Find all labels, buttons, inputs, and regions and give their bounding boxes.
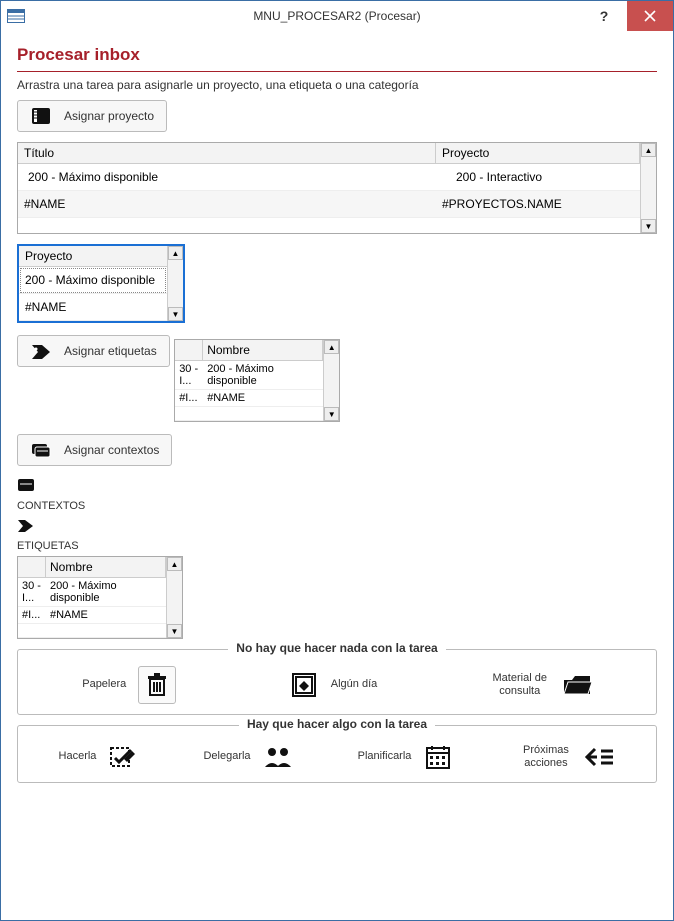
table-row-empty[interactable] <box>175 407 323 421</box>
reference-action[interactable]: Material de consulta <box>490 670 592 700</box>
table-row[interactable]: 30 - I... 200 - Máximo disponible <box>18 578 166 607</box>
tasks-scrollbar[interactable]: ▲ ▼ <box>640 143 656 233</box>
window-titlebar: MNU_PROCESAR2 (Procesar) ? <box>1 1 673 31</box>
scroll-up-button[interactable]: ▲ <box>167 557 182 571</box>
scroll-up-button[interactable]: ▲ <box>641 143 656 157</box>
context-card-icon <box>17 478 35 492</box>
something-legend: Hay que hacer algo con la tarea <box>239 717 435 731</box>
label-row-c2: 200 - Máximo disponible <box>203 361 323 389</box>
tag-icon <box>30 342 52 360</box>
app-icon <box>7 9 25 23</box>
list-item[interactable]: #NAME <box>19 294 167 321</box>
labels-col-name[interactable]: Nombre <box>203 340 323 360</box>
labels2-scrollbar[interactable]: ▲ ▼ <box>166 557 182 638</box>
labels2-col-blank[interactable] <box>18 557 46 577</box>
calendar-icon <box>425 744 451 770</box>
projects-scrollbar[interactable]: ▲ ▼ <box>167 246 183 321</box>
table-row-empty[interactable] <box>18 624 166 638</box>
task-title-cell: #NAME <box>18 191 436 217</box>
nothing-legend: No hay que hacer nada con la tarea <box>228 641 445 655</box>
label-row-c1: 30 - I... <box>175 361 203 389</box>
schedule-label: Planificarla <box>358 750 412 763</box>
labels2-col-name[interactable]: Nombre <box>46 557 166 577</box>
task-title-cell: 200 - Máximo disponible <box>18 164 436 190</box>
task-project-cell: #PROYECTOS.NAME <box>436 191 640 217</box>
next-actions-label: Próximas acciones <box>518 744 573 770</box>
do-it-icon <box>109 744 137 770</box>
scroll-down-button[interactable]: ▼ <box>641 219 656 233</box>
label-row-c2: 200 - Máximo disponible <box>46 578 166 606</box>
scroll-down-button[interactable]: ▼ <box>168 307 183 321</box>
next-actions-icon <box>585 747 615 767</box>
projects-list[interactable]: Proyecto 200 - Máximo disponible #NAME ▲… <box>17 244 185 323</box>
contexts-section-label: CONTEXTOS <box>17 500 657 512</box>
task-project-cell: 200 - Interactivo <box>436 164 640 190</box>
someday-action[interactable]: Algún día <box>289 670 377 700</box>
trash-label: Papelera <box>82 678 126 691</box>
folder-icon <box>562 674 592 696</box>
table-row[interactable]: #NAME #PROYECTOS.NAME <box>18 191 640 218</box>
assign-contexts-button[interactable]: Asignar contextos <box>17 434 172 466</box>
scroll-down-button[interactable]: ▼ <box>324 407 339 421</box>
labels-scrollbar[interactable]: ▲ ▼ <box>323 340 339 421</box>
labels-section-label: ETIQUETAS <box>17 540 657 552</box>
projects-list-header[interactable]: Proyecto <box>19 246 167 267</box>
delegate-label: Delegarla <box>203 750 250 763</box>
next-actions-action[interactable]: Próximas acciones <box>518 742 615 772</box>
label-tag-icon <box>17 518 35 532</box>
do-it-label: Hacerla <box>59 750 97 763</box>
list-item[interactable]: 200 - Máximo disponible <box>19 267 167 294</box>
labels-col-blank[interactable] <box>175 340 203 360</box>
labels-grid-2[interactable]: Nombre 30 - I... 200 - Máximo disponible… <box>17 556 183 639</box>
notebook-icon <box>30 107 52 125</box>
something-to-do-group: Hay que hacer algo con la tarea Hacerla … <box>17 725 657 783</box>
scroll-up-button[interactable]: ▲ <box>324 340 339 354</box>
table-row[interactable]: 200 - Máximo disponible 200 - Interactiv… <box>18 164 640 191</box>
delegate-action[interactable]: Delegarla <box>203 742 292 772</box>
label-row-c2: #NAME <box>46 607 166 623</box>
trash-action[interactable]: Papelera <box>82 666 176 704</box>
trash-icon <box>146 673 168 697</box>
do-it-action[interactable]: Hacerla <box>59 742 139 772</box>
col-project-header[interactable]: Proyecto <box>436 143 640 163</box>
tasks-grid[interactable]: Título Proyecto 200 - Máximo disponible … <box>17 142 657 234</box>
reference-label: Material de consulta <box>490 672 550 698</box>
table-row[interactable]: 30 - I... 200 - Máximo disponible <box>175 361 323 390</box>
assign-contexts-label: Asignar contextos <box>64 443 159 457</box>
col-title-header[interactable]: Título <box>18 143 436 163</box>
archive-icon <box>291 672 317 698</box>
assign-project-label: Asignar proyecto <box>64 109 154 123</box>
assign-project-button[interactable]: Asignar proyecto <box>17 100 167 132</box>
labels-grid[interactable]: Nombre 30 - I... 200 - Máximo disponible… <box>174 339 340 422</box>
someday-label: Algún día <box>331 678 377 691</box>
delegate-icon <box>263 745 293 769</box>
instruction-text: Arrastra una tarea para asignarle un pro… <box>17 78 657 92</box>
assign-labels-label: Asignar etiquetas <box>64 344 157 358</box>
page-title: Procesar inbox <box>17 45 657 72</box>
close-button[interactable] <box>627 1 673 31</box>
label-row-c1: #I... <box>175 390 203 406</box>
schedule-action[interactable]: Planificarla <box>358 742 454 772</box>
label-row-c2: #NAME <box>203 390 323 406</box>
help-button[interactable]: ? <box>581 1 627 31</box>
assign-labels-button[interactable]: Asignar etiquetas <box>17 335 170 367</box>
nothing-to-do-group: No hay que hacer nada con la tarea Papel… <box>17 649 657 715</box>
close-icon <box>644 10 656 22</box>
cards-icon <box>30 441 52 459</box>
label-row-c1: #I... <box>18 607 46 623</box>
scroll-down-button[interactable]: ▼ <box>167 624 182 638</box>
table-row[interactable]: #I... #NAME <box>18 607 166 624</box>
window-title: MNU_PROCESAR2 (Procesar) <box>1 9 673 23</box>
table-row[interactable]: #I... #NAME <box>175 390 323 407</box>
label-row-c1: 30 - I... <box>18 578 46 606</box>
scroll-up-button[interactable]: ▲ <box>168 246 183 260</box>
